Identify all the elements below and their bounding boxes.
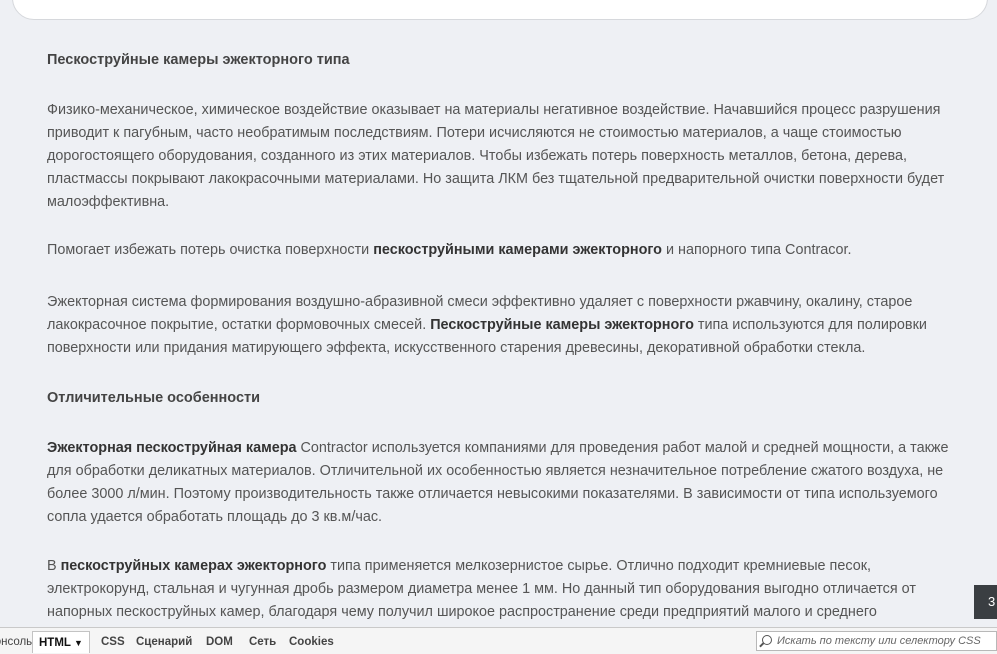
devtools-tabbar: Консоль HTML▼ CSS Сценарий DOM Сеть Cook… bbox=[0, 627, 997, 654]
tab-script[interactable]: Сценарий bbox=[130, 631, 198, 653]
bold-keyword: пескоструйными камерами эжекторного bbox=[373, 242, 662, 258]
css-search-input[interactable]: Искать по тексту или селектору CSS bbox=[756, 631, 997, 651]
article-paragraph: В пескоструйных камерах эжекторного типа… bbox=[47, 558, 916, 620]
triangle-down-icon: ▼ bbox=[73, 638, 83, 648]
article-paragraph: Физико-механическое, химическое воздейст… bbox=[47, 102, 945, 210]
article-paragraph: Помогает избежать потерь очистка поверхн… bbox=[47, 242, 852, 258]
scroll-to-top-button[interactable]: 3 bbox=[974, 585, 997, 619]
section-heading: Пескоструйные камеры эжекторного типа bbox=[47, 52, 350, 68]
article-paragraph: Эжекторная пескоструйная камера Contract… bbox=[47, 440, 949, 525]
tab-html[interactable]: HTML ▼ bbox=[32, 631, 90, 653]
article-content: Пескоструйные камеры эжекторного типа Фи… bbox=[47, 0, 967, 621]
bold-keyword: Эжекторная пескоструйная камера bbox=[47, 440, 297, 456]
tab-net[interactable]: Сеть bbox=[243, 631, 282, 653]
bold-keyword: пескоструйных камерах эжекторного bbox=[60, 558, 327, 574]
bold-keyword: Пескоструйные камеры эжекторного bbox=[430, 317, 694, 333]
tab-dom[interactable]: DOM bbox=[200, 631, 239, 653]
magnifier-icon bbox=[762, 635, 772, 645]
article-paragraph: Эжекторная система формирования воздушно… bbox=[47, 294, 927, 356]
section-heading: Отличительные особенности bbox=[47, 390, 261, 406]
tab-css[interactable]: CSS bbox=[95, 631, 131, 653]
tab-cookies[interactable]: Cookies bbox=[283, 631, 340, 653]
